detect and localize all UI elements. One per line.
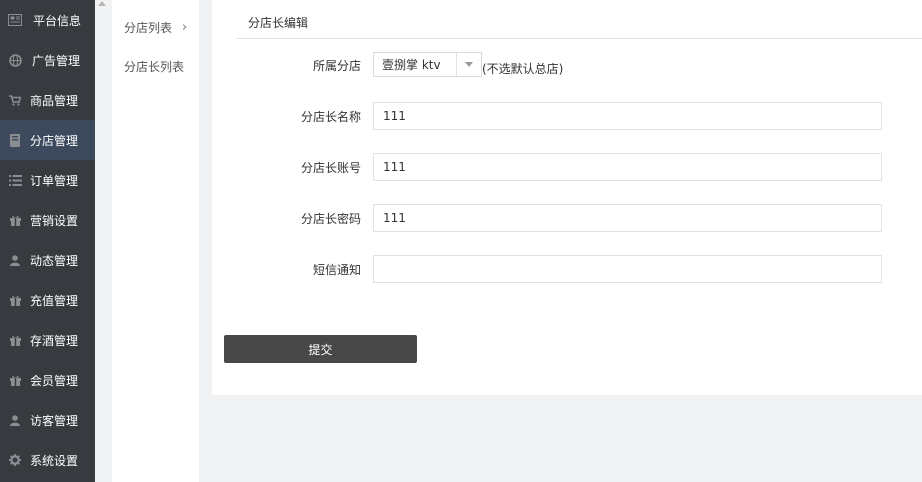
- sidebar-item-label: 营销设置: [30, 213, 79, 228]
- sidebar-item-visitors[interactable]: 访客管理: [0, 400, 95, 440]
- sidebar-item-label: 广告管理: [32, 53, 81, 68]
- sidebar-item-products[interactable]: 商品管理: [0, 80, 95, 120]
- manager-name-input[interactable]: [373, 102, 882, 130]
- gift-icon: [0, 215, 30, 226]
- sidebar-item-label: 充值管理: [30, 293, 79, 308]
- store-label: 所属分店: [312, 59, 361, 73]
- store-hint: (不选默认总店): [482, 62, 564, 76]
- manager-password-label: 分店长密码: [300, 212, 361, 226]
- sidebar-item-orders[interactable]: 订单管理: [0, 160, 95, 200]
- sidebar-item-label: 存酒管理: [30, 333, 79, 348]
- book-icon: [0, 133, 30, 147]
- manager-password-input[interactable]: [373, 204, 882, 232]
- submenu-panel: 分店列表 › 分店长列表: [112, 0, 200, 482]
- chevron-down-icon: [456, 53, 481, 76]
- sidebar-item-members[interactable]: 会员管理: [0, 360, 95, 400]
- gear-icon: [0, 454, 30, 466]
- user-icon: [0, 254, 30, 266]
- sidebar-item-label: 商品管理: [30, 93, 79, 108]
- gift-icon: [0, 295, 30, 306]
- manager-account-input[interactable]: [373, 153, 882, 181]
- sidebar-item-label: 平台信息: [33, 13, 82, 28]
- gift-icon: [0, 335, 30, 346]
- title-divider: [236, 38, 922, 39]
- sidebar-item-ads[interactable]: 广告管理: [0, 40, 95, 80]
- newspaper-icon: [0, 14, 30, 26]
- submenu-item-store-list[interactable]: 分店列表 ›: [124, 19, 187, 36]
- manager-account-label: 分店长账号: [300, 161, 361, 175]
- page-title: 分店长编辑: [248, 16, 309, 30]
- chevron-right-icon: ›: [182, 20, 188, 35]
- submenu-item-label: 分店长列表: [124, 60, 185, 74]
- sidebar-item-stores[interactable]: 分店管理: [0, 120, 95, 160]
- manager-name-label: 分店长名称: [300, 110, 361, 124]
- edit-form-panel: 分店长编辑 所属分店 壹捌掌 ktv (不选默认总店) 分店长名称 分店长账号 …: [212, 0, 922, 395]
- sidebar-item-platform-info[interactable]: 平台信息: [0, 0, 95, 40]
- store-select-value: 壹捌掌 ktv: [382, 58, 441, 72]
- sidebar-item-news[interactable]: 动态管理: [0, 240, 95, 280]
- sidebar-item-label: 订单管理: [30, 173, 79, 188]
- sidebar-item-label: 访客管理: [30, 413, 79, 428]
- sidebar-item-label: 会员管理: [30, 373, 79, 388]
- main-sidebar: 平台信息 广告管理 商品管理 分店管理 订单管理 营销设置 动态管理 充值管理 …: [0, 0, 95, 482]
- sidebar-item-system-settings[interactable]: 系统设置: [0, 440, 95, 480]
- sidebar-item-label: 分店管理: [30, 133, 79, 148]
- sidebar-item-wine-storage[interactable]: 存酒管理: [0, 320, 95, 360]
- sidebar-item-label: 动态管理: [30, 253, 79, 268]
- user-icon: [0, 414, 30, 426]
- store-select[interactable]: 壹捌掌 ktv: [373, 52, 482, 77]
- sms-notify-label: 短信通知: [312, 263, 361, 277]
- scroll-up-icon[interactable]: [97, 0, 107, 6]
- sidebar-item-recharge[interactable]: 充值管理: [0, 280, 95, 320]
- sms-notify-input[interactable]: [373, 255, 882, 283]
- submit-button[interactable]: 提交: [224, 335, 417, 363]
- sidebar-item-label: 系统设置: [30, 453, 79, 468]
- sidebar-item-marketing[interactable]: 营销设置: [0, 200, 95, 240]
- submenu-item-manager-list[interactable]: 分店长列表: [124, 58, 184, 75]
- globe-icon: [0, 53, 30, 67]
- submenu-item-label: 分店列表: [124, 21, 173, 35]
- list-icon: [0, 174, 30, 186]
- cart-icon: [0, 94, 30, 106]
- gift-icon: [0, 375, 30, 386]
